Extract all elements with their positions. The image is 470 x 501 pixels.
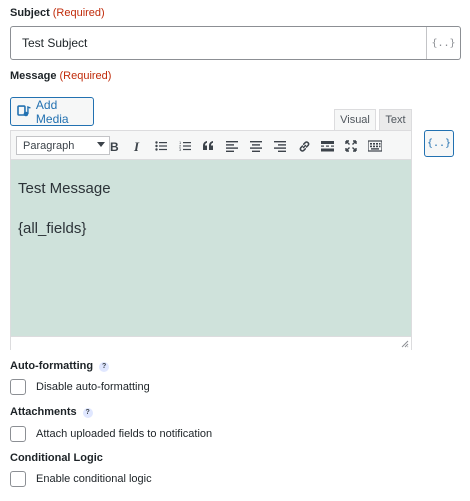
subject-field: {..} (10, 26, 461, 60)
attach-uploaded-fields-option: Attach uploaded fields to notification (10, 426, 212, 442)
merge-tags-button[interactable]: {..} (426, 27, 460, 59)
align-center-icon (250, 141, 262, 152)
svg-text:3: 3 (179, 147, 182, 152)
subject-label-text: Subject (10, 7, 50, 19)
content-paragraph: Test Message (18, 180, 111, 197)
italic-button[interactable]: I (127, 136, 147, 156)
merge-tags-icon: {..} (426, 138, 452, 149)
conditional-logic-label: Conditional Logic (10, 452, 103, 464)
required-indicator: (Required) (59, 70, 112, 82)
auto-formatting-label: Auto-formatting? (10, 360, 110, 372)
enable-conditional-logic-option: Enable conditional logic (10, 471, 152, 487)
editor-statusbar (11, 336, 411, 350)
content-paragraph: {all_fields} (18, 220, 87, 237)
svg-text:I: I (133, 140, 140, 152)
enable-conditional-logic-checkbox[interactable] (10, 471, 26, 487)
blockquote-icon (202, 141, 213, 150)
message-label-text: Message (10, 70, 57, 82)
link-button[interactable] (294, 136, 314, 156)
editor-toolbar: Paragraph B I 1 2 3 (11, 131, 411, 160)
add-media-button[interactable]: Add Media (10, 97, 94, 126)
tab-visual[interactable]: Visual (334, 109, 376, 131)
bullet-list-icon (155, 141, 167, 151)
required-indicator: (Required) (52, 7, 105, 19)
help-icon[interactable]: ? (82, 407, 93, 418)
align-right-icon (274, 141, 286, 152)
merge-tags-button[interactable]: {..} (424, 130, 454, 157)
checkbox-label: Attach uploaded fields to notification (36, 428, 213, 440)
align-center-button[interactable] (246, 136, 266, 156)
attachments-label: Attachments? (10, 406, 93, 418)
bold-icon: B (110, 140, 119, 152)
resize-handle-icon[interactable] (401, 340, 409, 348)
numbered-list-button[interactable]: 1 2 3 (175, 136, 195, 156)
media-icon (17, 104, 31, 116)
subject-label: Subject (Required) (10, 7, 105, 19)
checkbox-label: Enable conditional logic (36, 473, 152, 485)
subject-input[interactable] (11, 27, 426, 59)
attach-uploaded-fields-checkbox[interactable] (10, 426, 26, 442)
read-more-icon (320, 141, 334, 152)
conditional-logic-label-text: Conditional Logic (10, 452, 103, 464)
link-icon (299, 140, 309, 152)
blockquote-button[interactable] (198, 136, 218, 156)
disable-auto-formatting-option: Disable auto-formatting (10, 379, 150, 395)
align-left-button[interactable] (222, 136, 242, 156)
bold-button[interactable]: B (104, 136, 124, 156)
italic-icon: I (133, 140, 140, 152)
add-media-label: Add Media (35, 97, 69, 126)
tab-text[interactable]: Text (379, 109, 412, 131)
disable-auto-formatting-checkbox[interactable] (10, 379, 26, 395)
auto-formatting-label-text: Auto-formatting (10, 360, 94, 372)
message-label: Message (Required) (10, 70, 111, 82)
toolbar-toggle-icon (368, 140, 382, 152)
attachments-label-text: Attachments (10, 406, 77, 418)
format-select[interactable]: Paragraph (16, 136, 110, 155)
bullet-list-button[interactable] (151, 136, 171, 156)
message-editor: Paragraph B I 1 2 3 Test Message {all_fi… (10, 130, 412, 350)
align-right-button[interactable] (270, 136, 290, 156)
svg-text:B: B (110, 140, 119, 152)
checkbox-label: Disable auto-formatting (36, 381, 150, 393)
align-left-icon (226, 141, 238, 152)
numbered-list-icon: 1 2 3 (179, 140, 191, 152)
fullscreen-icon (345, 140, 357, 152)
toolbar-toggle-button[interactable] (365, 136, 385, 156)
help-icon[interactable]: ? (99, 361, 110, 372)
editor-content[interactable]: Test Message {all_fields} (11, 160, 411, 336)
format-select-value: Paragraph (23, 139, 75, 152)
fullscreen-button[interactable] (341, 136, 361, 156)
read-more-button[interactable] (317, 136, 337, 156)
merge-tags-icon: {..} (431, 37, 456, 49)
